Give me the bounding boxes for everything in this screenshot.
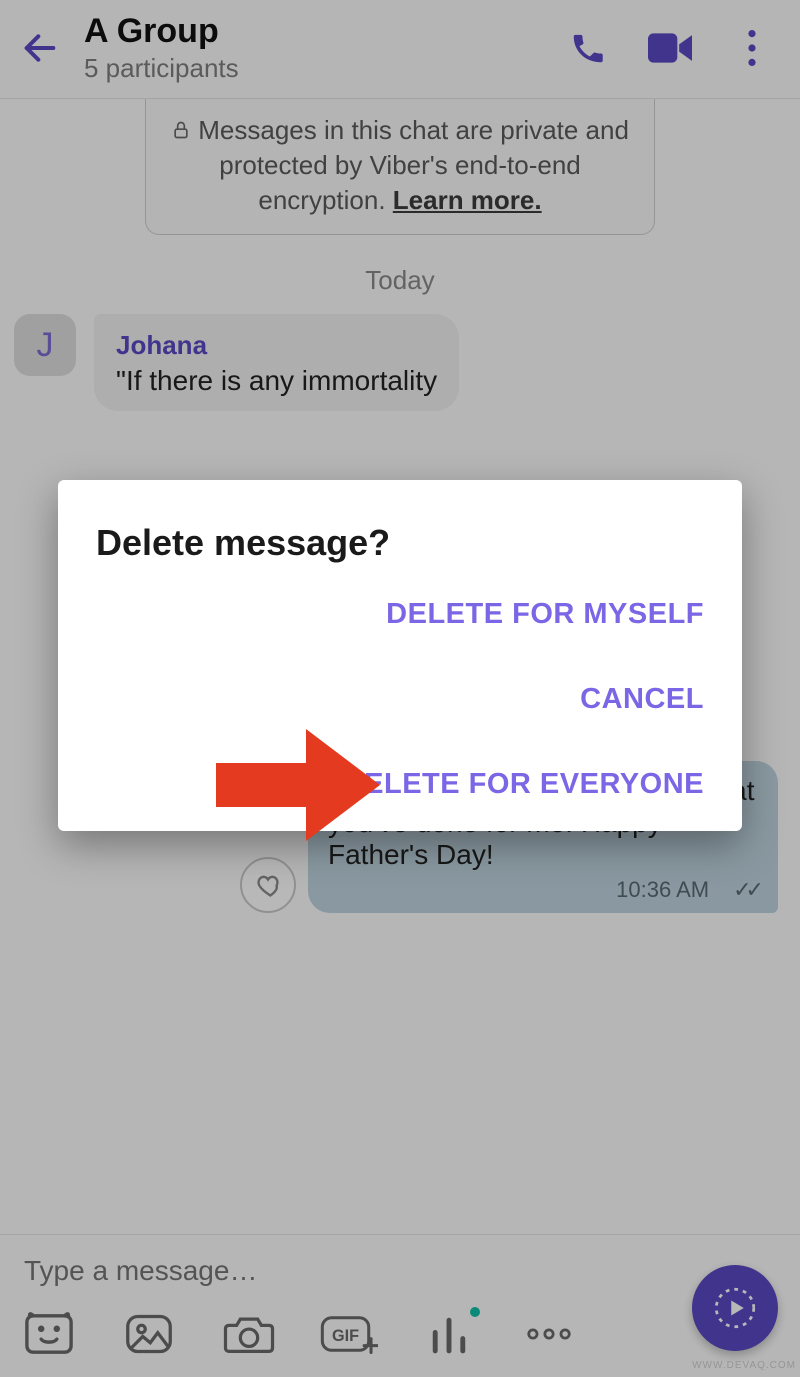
- annotation-arrow-icon: [216, 729, 380, 841]
- delete-for-everyone-button[interactable]: DELETE FOR EVERYONE: [343, 768, 704, 801]
- delete-for-myself-button[interactable]: DELETE FOR MYSELF: [386, 598, 704, 631]
- dialog-title: Delete message?: [96, 522, 704, 564]
- delete-message-dialog: Delete message? DELETE FOR MYSELF CANCEL…: [58, 480, 742, 831]
- cancel-button[interactable]: CANCEL: [580, 683, 704, 716]
